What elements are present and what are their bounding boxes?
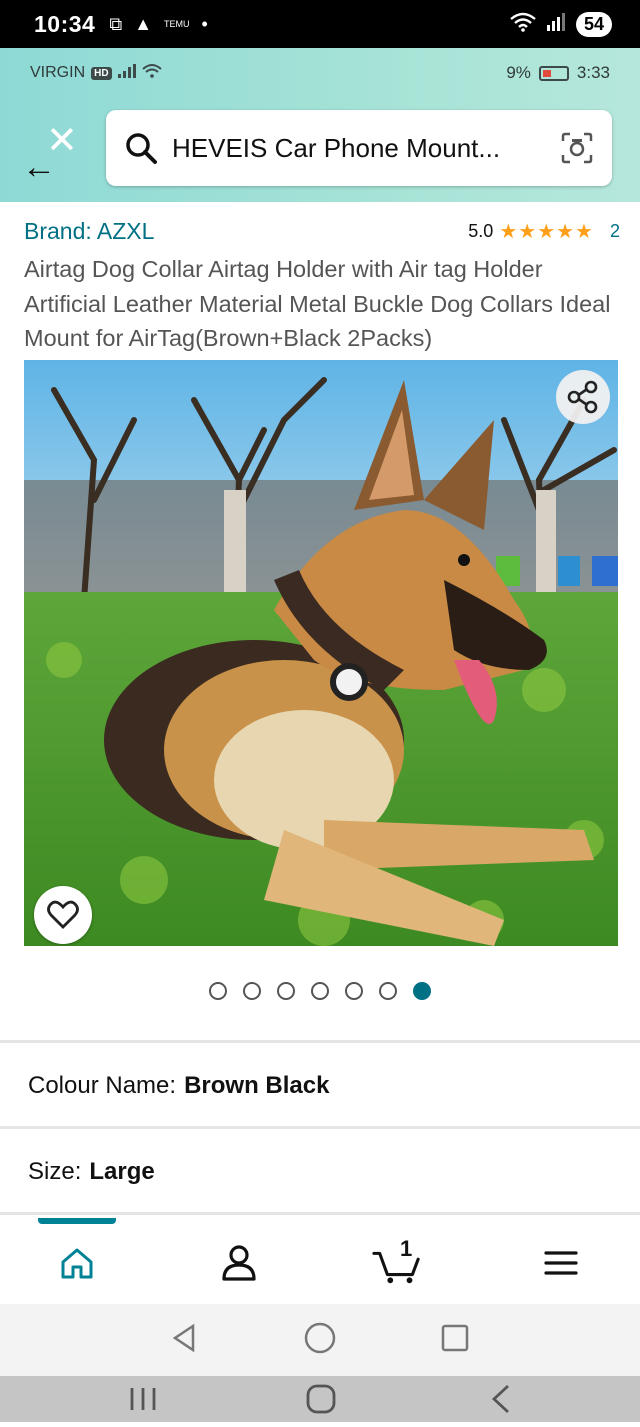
heart-icon — [47, 900, 79, 929]
close-icon[interactable]: ✕ — [46, 122, 78, 160]
battery-icon — [538, 65, 569, 81]
carousel-dot[interactable] — [209, 982, 227, 1000]
system-navigation-bar — [0, 1376, 640, 1422]
screenshot-icon: ⧉ — [109, 13, 123, 34]
menu-icon — [544, 1251, 578, 1275]
carousel-dot-active[interactable] — [413, 982, 431, 1000]
search-icon — [124, 131, 158, 165]
tab-menu[interactable] — [536, 1240, 586, 1286]
tab-cart[interactable]: 1 — [372, 1236, 422, 1286]
wishlist-button[interactable] — [34, 886, 92, 944]
battery-percent: 9% — [506, 63, 531, 82]
tab-account[interactable] — [214, 1240, 264, 1286]
carousel-dot[interactable] — [311, 982, 329, 1000]
search-query: HEVEIS Car Phone Mount... — [172, 132, 501, 163]
recents-nav-icon — [441, 1324, 469, 1352]
device-clock: 10:34 — [34, 10, 96, 37]
device-battery: 54 — [575, 11, 612, 37]
user-icon — [222, 1245, 256, 1281]
rating-value: 5.0 — [468, 220, 494, 241]
home-nav-icon — [304, 1322, 336, 1354]
brand-link[interactable]: Brand: AZXL — [24, 218, 154, 245]
camera-search-icon[interactable] — [560, 131, 594, 165]
device-status-bar: 10:34 ⧉ ▲ TEMU • 54 — [0, 0, 640, 48]
product-title: Airtag Dog Collar Airtag Holder with Air… — [24, 256, 611, 351]
hd-badge: HD — [91, 66, 112, 80]
wifi-icon — [141, 63, 162, 84]
home-icon — [306, 1384, 336, 1414]
divider — [0, 1126, 640, 1129]
inner-status-bar: VIRGIN HD 9% 3:33 — [0, 48, 640, 98]
star-rating-icon: ★★★★★ — [499, 220, 594, 243]
colour-value: Brown Black — [184, 1072, 330, 1099]
signal-icon — [117, 63, 136, 83]
temu-icon: TEMU — [164, 18, 190, 29]
signal-icon — [546, 12, 566, 36]
back-icon — [491, 1384, 509, 1414]
search-input[interactable]: HEVEIS Car Phone Mount... — [106, 110, 612, 186]
product-image[interactable] — [24, 360, 618, 946]
size-value: Large — [89, 1158, 155, 1185]
colour-label: Colour Name: — [28, 1072, 177, 1099]
bottom-tab-bar: 1 — [0, 1218, 640, 1304]
app-header: VIRGIN HD 9% 3:33 ← ✕ HEVEIS Car Phone M… — [0, 48, 640, 202]
back-nav-icon — [172, 1323, 195, 1353]
divider — [0, 1212, 640, 1215]
carousel-dot[interactable] — [379, 982, 397, 1000]
rating-summary[interactable]: 5.0 ★★★★★ 2 — [468, 219, 620, 244]
inner-navigation-bar — [0, 1304, 640, 1376]
wifi-icon — [510, 12, 536, 37]
dot-icon: • — [201, 13, 208, 34]
tab-home[interactable] — [52, 1240, 102, 1286]
product-header: Brand: AZXL 5.0 ★★★★★ 2 Airtag Dog Colla… — [24, 214, 620, 356]
cart-icon — [372, 1251, 420, 1284]
carousel-dot[interactable] — [277, 982, 295, 1000]
inner-clock: 3:33 — [576, 63, 610, 82]
colour-option[interactable]: Colour Name: Brown Black — [28, 1072, 618, 1100]
dog-photo — [24, 360, 618, 946]
active-tab-indicator — [38, 1218, 116, 1224]
share-button[interactable] — [556, 370, 610, 424]
home-icon — [61, 1248, 93, 1279]
carrier-name: VIRGIN — [30, 64, 86, 81]
share-icon — [567, 380, 598, 414]
divider — [0, 1040, 640, 1043]
rating-count: 2 — [609, 220, 620, 241]
search-row: ← ✕ HEVEIS Car Phone Mount... — [0, 110, 640, 188]
cart-count: 1 — [400, 1236, 413, 1261]
image-carousel-dots — [0, 982, 640, 1000]
carousel-dot[interactable] — [345, 982, 363, 1000]
size-option[interactable]: Size: Large — [28, 1158, 618, 1186]
carousel-dot[interactable] — [243, 982, 261, 1000]
app-icon: ▲ — [134, 13, 153, 34]
size-label: Size: — [28, 1158, 82, 1185]
back-button[interactable]: ← ✕ — [20, 122, 78, 184]
